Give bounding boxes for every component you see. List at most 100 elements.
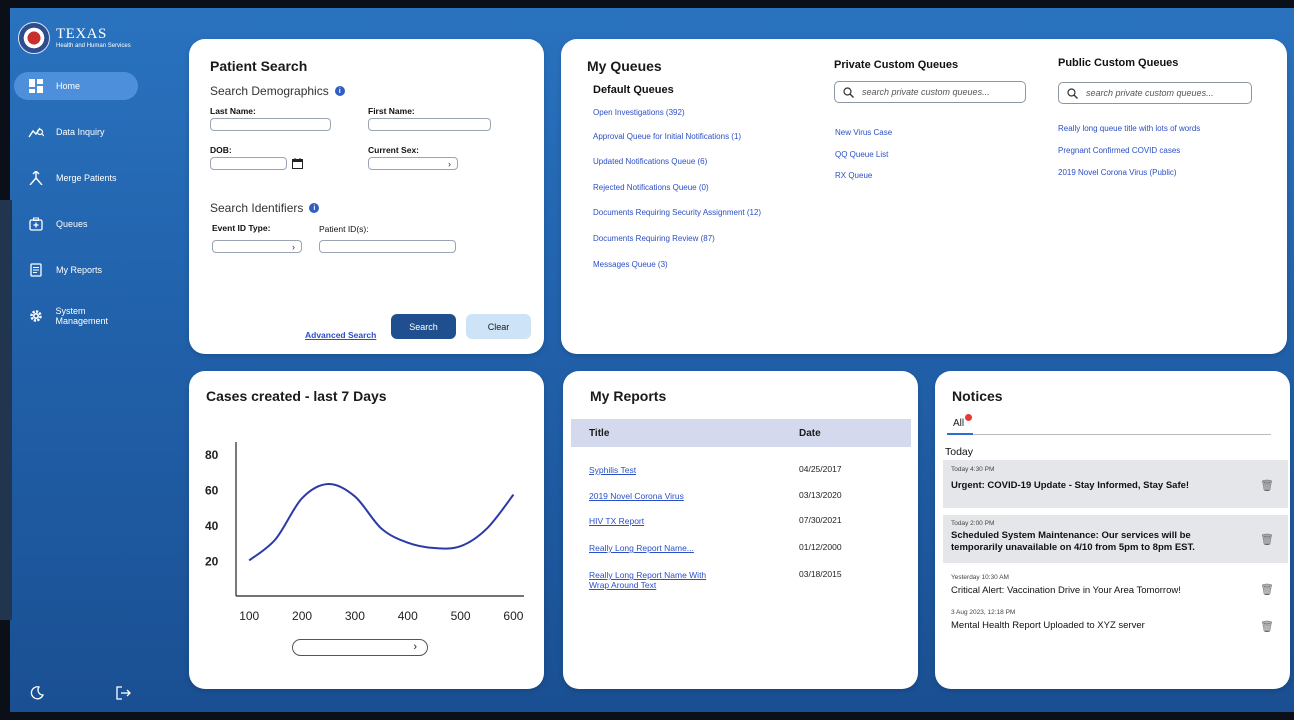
- queue-link[interactable]: Pregnant Confirmed COVID cases: [1058, 146, 1180, 155]
- patient-ids-field[interactable]: [319, 240, 456, 253]
- sidebar-item-queues[interactable]: Queues: [14, 210, 138, 238]
- notice-text: Urgent: COVID-19 Update - Stay Informed,…: [951, 480, 1190, 491]
- search-button[interactable]: Search: [391, 314, 456, 339]
- last-name-field[interactable]: [210, 118, 331, 131]
- tab-all[interactable]: All: [953, 414, 972, 429]
- gear-icon: [28, 308, 44, 324]
- queue-link[interactable]: 2019 Novel Corona Virus (Public): [1058, 168, 1177, 177]
- x-tick-label: 400: [398, 609, 418, 623]
- first-name-field[interactable]: [368, 118, 491, 131]
- sidebar-item-label: Home: [56, 81, 81, 91]
- left-edge-panel: [0, 200, 12, 620]
- merge-icon: [28, 170, 44, 186]
- calendar-icon[interactable]: [292, 156, 303, 174]
- queue-link[interactable]: Documents Requiring Security Assignment …: [593, 208, 761, 217]
- trash-icon[interactable]: 🗑: [1260, 479, 1274, 492]
- sidebar-item-label: Data Inquiry: [56, 127, 105, 137]
- reports-table-header: Title Date: [571, 419, 911, 447]
- notice-item[interactable]: Today 2:00 PM Scheduled System Maintenan…: [943, 515, 1288, 563]
- my-reports-title: My Reports: [590, 388, 667, 404]
- notice-item[interactable]: Yesterday 10:30 AM Critical Alert: Vacci…: [943, 573, 1288, 605]
- logout-icon[interactable]: [116, 686, 131, 700]
- brand-logo[interactable]: TEXAS Health and Human Services: [18, 22, 131, 54]
- plus-box-icon: [28, 216, 44, 232]
- trash-icon[interactable]: 🗑: [1260, 583, 1274, 596]
- col-date-header[interactable]: Date: [799, 428, 821, 439]
- dob-label: DOB:: [210, 145, 232, 155]
- search-icon: [843, 86, 854, 98]
- trend-search-icon: [28, 124, 44, 140]
- sidebar-item-label: Queues: [56, 219, 88, 229]
- sidebar-item-merge-patients[interactable]: Merge Patients: [14, 164, 138, 192]
- queue-link[interactable]: QQ Queue List: [835, 150, 888, 159]
- brand-line2: Health and Human Services: [56, 43, 131, 49]
- section-today: Today: [945, 446, 974, 458]
- report-link[interactable]: Really Long Report Name With Wrap Around…: [589, 570, 719, 590]
- trash-icon[interactable]: 🗑: [1260, 620, 1274, 633]
- notice-item[interactable]: Today 4:30 PM Urgent: COVID-19 Update - …: [943, 460, 1288, 508]
- chevron-right-icon: ›: [448, 159, 451, 169]
- sidebar-item-system-management[interactable]: System Management: [14, 302, 138, 330]
- my-queues-title: My Queues: [587, 58, 662, 74]
- report-date: 01/12/2000: [799, 542, 842, 552]
- report-link[interactable]: Really Long Report Name...: [589, 543, 694, 553]
- sidebar-nav: Home Data Inquiry Merge Patients Queues …: [14, 72, 138, 348]
- chart-range-scroller[interactable]: ›: [292, 639, 428, 656]
- queue-link[interactable]: Open Investigations (392): [593, 108, 685, 117]
- queue-link[interactable]: Really long queue title with lots of wor…: [1058, 124, 1200, 133]
- report-link[interactable]: Syphilis Test: [589, 465, 636, 475]
- last-name-label: Last Name:: [210, 106, 256, 116]
- search-demographics-label: Search Demographics: [210, 84, 329, 98]
- queue-link[interactable]: Approval Queue for Initial Notifications…: [593, 132, 741, 141]
- private-queues-heading: Private Custom Queues: [834, 59, 959, 71]
- sidebar-item-my-reports[interactable]: My Reports: [14, 256, 138, 284]
- report-date: 03/18/2015: [799, 569, 842, 579]
- tab-active-indicator: [947, 433, 973, 435]
- dashboard-icon: [28, 78, 44, 94]
- dob-field[interactable]: [210, 157, 287, 170]
- search-demographics-heading: Search Demographics i: [210, 84, 345, 98]
- y-tick-label: 80: [205, 448, 219, 462]
- event-id-type-select[interactable]: ›: [212, 240, 302, 253]
- advanced-search-link[interactable]: Advanced Search: [305, 330, 376, 340]
- report-icon: [28, 262, 44, 278]
- sidebar-item-label: Merge Patients: [56, 173, 117, 183]
- current-sex-select[interactable]: ›: [368, 157, 458, 170]
- sidebar-item-home[interactable]: Home: [14, 72, 138, 100]
- brand-line1: TEXAS: [56, 26, 107, 42]
- sidebar-item-data-inquiry[interactable]: Data Inquiry: [14, 118, 138, 146]
- top-edge: [0, 0, 1294, 8]
- search-icon: [1067, 87, 1078, 99]
- clear-button[interactable]: Clear: [466, 314, 531, 339]
- queue-link[interactable]: Updated Notifications Queue (6): [593, 157, 707, 166]
- public-queue-search-input[interactable]: search private custom queues...: [1058, 82, 1252, 104]
- notice-text: Scheduled System Maintenance: Our servic…: [951, 530, 1195, 553]
- notice-time: Today 2:00 PM: [951, 520, 995, 527]
- queue-link[interactable]: Messages Queue (3): [593, 260, 668, 269]
- default-queues-heading: Default Queues: [593, 84, 674, 96]
- patient-search-title: Patient Search: [210, 58, 308, 74]
- report-link[interactable]: 2019 Novel Corona Virus: [589, 491, 684, 501]
- info-icon[interactable]: i: [309, 203, 320, 213]
- report-date: 04/25/2017: [799, 464, 842, 474]
- report-link[interactable]: HIV TX Report: [589, 516, 644, 526]
- chevron-right-icon: ›: [292, 242, 295, 252]
- notices-card: Notices All Today Today 4:30 PM Urgent: …: [935, 371, 1290, 689]
- search-identifiers-label: Search Identifiers: [210, 201, 304, 215]
- queue-link[interactable]: Documents Requiring Review (87): [593, 234, 715, 243]
- moon-icon[interactable]: [30, 686, 44, 700]
- first-name-label: First Name:: [368, 106, 415, 116]
- queue-link[interactable]: New Virus Case: [835, 128, 892, 137]
- chevron-right-icon: ›: [413, 641, 417, 653]
- notice-item[interactable]: 3 Aug 2023, 12:18 PM Mental Health Repor…: [943, 608, 1288, 640]
- public-queue-search-placeholder: search private custom queues...: [1086, 88, 1214, 98]
- private-queue-search-input[interactable]: search private custom queues...: [834, 81, 1026, 103]
- info-icon[interactable]: i: [334, 86, 345, 96]
- sidebar-item-label: System Management: [55, 306, 109, 326]
- col-title-header[interactable]: Title: [589, 428, 609, 439]
- queue-link[interactable]: Rejected Notifications Queue (0): [593, 183, 709, 192]
- event-id-type-label: Event ID Type:: [212, 223, 271, 233]
- queue-link[interactable]: RX Queue: [835, 171, 872, 180]
- trash-icon[interactable]: 🗑: [1260, 533, 1274, 546]
- chart-title: Cases created - last 7 Days: [206, 388, 387, 404]
